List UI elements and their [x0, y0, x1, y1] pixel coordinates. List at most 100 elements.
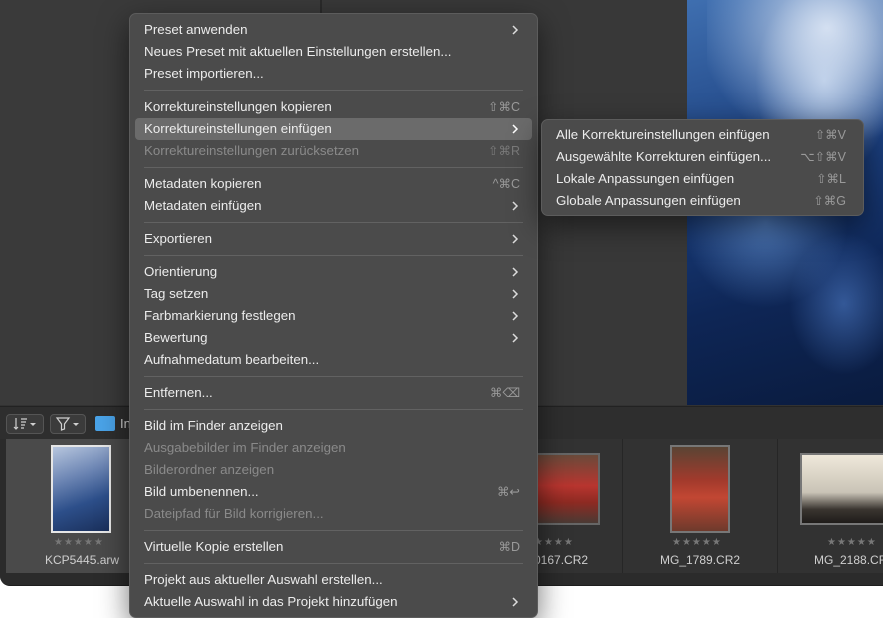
menu-item-shortcut: ⇧⌘V: [814, 128, 846, 142]
menu-item-metadaten-kopieren[interactable]: Metadaten kopieren ^⌘C: [135, 173, 532, 195]
menu-item-label: Korrektureinstellungen kopieren: [144, 99, 332, 114]
menu-item-label: Exportieren: [144, 231, 212, 246]
file-name: MG_1789.CR2: [660, 553, 741, 567]
filmstrip-item[interactable]: ★★★★★ MG_2188.CR: [778, 439, 883, 573]
menu-item-label: Preset importieren...: [144, 66, 264, 81]
menu-item-label: Dateipfad für Bild korrigieren...: [144, 506, 324, 521]
thumbnail: [670, 445, 730, 533]
filter-button[interactable]: [50, 414, 86, 434]
menu-item-shortcut: ⌥⇧⌘V: [800, 150, 846, 164]
menu-item-korrektur-zuruecksetzen[interactable]: Korrektureinstellungen zurücksetzen ⇧⌘R: [135, 140, 532, 162]
menu-item-label: Korrektureinstellungen einfügen: [144, 121, 332, 136]
filmstrip-item[interactable]: ★★★★★ MG_1789.CR2: [623, 439, 778, 573]
chevron-right-icon: [512, 289, 519, 299]
file-name: MG_2188.CR: [814, 553, 883, 567]
thumbnail: [51, 445, 111, 533]
menu-item-label: Globale Anpassungen einfügen: [556, 193, 741, 208]
menu-item-label: Preset anwenden: [144, 22, 248, 37]
menu-item-preset-importieren[interactable]: Preset importieren...: [135, 63, 532, 85]
menu-item-label: Virtuelle Kopie erstellen: [144, 539, 284, 554]
file-name: 0167.CR2: [534, 553, 589, 567]
menu-item-label: Farbmarkierung festlegen: [144, 308, 296, 323]
menu-item-label: Bilderordner anzeigen: [144, 462, 275, 477]
menu-item-label: Bild im Finder anzeigen: [144, 418, 283, 433]
menu-item-label: Alle Korrektureinstellungen einfügen: [556, 127, 770, 142]
thumbnail: [800, 453, 883, 525]
rating-stars: ★★★★★: [54, 537, 104, 548]
menu-item-label: Korrektureinstellungen zurücksetzen: [144, 143, 360, 158]
menu-item-label: Aufnahmedatum bearbeiten...: [144, 352, 320, 367]
menu-item-label: Orientierung: [144, 264, 218, 279]
menu-item-shortcut: ⇧⌘C: [487, 100, 520, 114]
menu-item-shortcut: ⇧⌘G: [813, 194, 846, 208]
menu-item-bild-umbenennen[interactable]: Bild umbenennen... ⌘↩: [135, 481, 532, 503]
menu-item-dateipfad-korrigieren[interactable]: Dateipfad für Bild korrigieren...: [135, 503, 532, 525]
menu-separator: [144, 530, 523, 531]
file-name: KCP5445.arw: [45, 553, 120, 567]
menu-item-tag-setzen[interactable]: Tag setzen: [135, 283, 532, 305]
rating-stars: ★★★★★: [827, 537, 877, 548]
menu-item-preset-anwenden[interactable]: Preset anwenden: [135, 19, 532, 41]
menu-item-korrektur-kopieren[interactable]: Korrektureinstellungen kopieren ⇧⌘C: [135, 96, 532, 118]
menu-item-ausgabebilder-im-finder[interactable]: Ausgabebilder im Finder anzeigen: [135, 437, 532, 459]
chevron-right-icon: [512, 124, 519, 134]
menu-item-exportieren[interactable]: Exportieren: [135, 228, 532, 250]
menu-item-farbmarkierung[interactable]: Farbmarkierung festlegen: [135, 305, 532, 327]
menu-item-label: Neues Preset mit aktuellen Einstellungen…: [144, 44, 452, 59]
menu-item-label: Projekt aus aktueller Auswahl erstellen.…: [144, 572, 383, 587]
submenu-item-ausgewaehlte-einfuegen[interactable]: Ausgewählte Korrekturen einfügen... ⌥⇧⌘V: [547, 146, 858, 168]
menu-item-korrektur-einfuegen[interactable]: Korrektureinstellungen einfügen: [135, 118, 532, 140]
menu-separator: [144, 167, 523, 168]
menu-separator: [144, 563, 523, 564]
menu-item-projekt-erstellen[interactable]: Projekt aus aktueller Auswahl erstellen.…: [135, 569, 532, 591]
chevron-right-icon: [512, 267, 519, 277]
menu-item-shortcut: ⇧⌘L: [816, 172, 846, 186]
menu-item-entfernen[interactable]: Entfernen... ⌘⌫: [135, 382, 532, 404]
submenu-item-lokale-einfuegen[interactable]: Lokale Anpassungen einfügen ⇧⌘L: [547, 168, 858, 190]
menu-item-bilderordner-anzeigen[interactable]: Bilderordner anzeigen: [135, 459, 532, 481]
menu-item-bild-im-finder[interactable]: Bild im Finder anzeigen: [135, 415, 532, 437]
menu-separator: [144, 255, 523, 256]
menu-item-label: Bewertung: [144, 330, 208, 345]
rating-stars: ★★★★: [534, 537, 574, 548]
paste-corrections-submenu: Alle Korrektureinstellungen einfügen ⇧⌘V…: [541, 119, 864, 216]
menu-item-neues-preset[interactable]: Neues Preset mit aktuellen Einstellungen…: [135, 41, 532, 63]
menu-item-virtuelle-kopie[interactable]: Virtuelle Kopie erstellen ⌘D: [135, 536, 532, 558]
filter-icon: [55, 417, 79, 431]
menu-item-label: Bild umbenennen...: [144, 484, 259, 499]
menu-item-auswahl-zu-projekt[interactable]: Aktuelle Auswahl in das Projekt hinzufüg…: [135, 591, 532, 613]
menu-item-label: Ausgabebilder im Finder anzeigen: [144, 440, 346, 455]
menu-item-label: Ausgewählte Korrekturen einfügen...: [556, 149, 772, 164]
thumbnail: [534, 453, 600, 525]
menu-item-shortcut: ⌘D: [498, 540, 520, 554]
menu-item-metadaten-einfuegen[interactable]: Metadaten einfügen: [135, 195, 532, 217]
menu-item-bewertung[interactable]: Bewertung: [135, 327, 532, 349]
submenu-item-alle-einfuegen[interactable]: Alle Korrektureinstellungen einfügen ⇧⌘V: [547, 124, 858, 146]
menu-item-shortcut: ^⌘C: [492, 177, 520, 191]
chevron-right-icon: [512, 25, 519, 35]
chevron-right-icon: [512, 201, 519, 211]
menu-item-label: Aktuelle Auswahl in das Projekt hinzufüg…: [144, 594, 398, 609]
menu-item-label: Entfernen...: [144, 385, 213, 400]
menu-item-shortcut: ⇧⌘R: [487, 144, 520, 158]
menu-item-orientierung[interactable]: Orientierung: [135, 261, 532, 283]
menu-item-label: Metadaten kopieren: [144, 176, 262, 191]
rating-stars: ★★★★★: [672, 537, 722, 548]
menu-separator: [144, 222, 523, 223]
menu-item-aufnahmedatum[interactable]: Aufnahmedatum bearbeiten...: [135, 349, 532, 371]
context-menu: Preset anwenden Neues Preset mit aktuell…: [129, 13, 538, 618]
sort-button[interactable]: [6, 414, 44, 434]
submenu-item-globale-einfuegen[interactable]: Globale Anpassungen einfügen ⇧⌘G: [547, 190, 858, 212]
menu-item-label: Metadaten einfügen: [144, 198, 262, 213]
chevron-right-icon: [512, 597, 519, 607]
menu-separator: [144, 409, 523, 410]
menu-separator: [144, 90, 523, 91]
chevron-right-icon: [512, 333, 519, 343]
menu-separator: [144, 376, 523, 377]
menu-item-label: Lokale Anpassungen einfügen: [556, 171, 735, 186]
menu-item-label: Tag setzen: [144, 286, 209, 301]
menu-item-shortcut: ⌘↩: [497, 485, 520, 499]
chevron-right-icon: [512, 311, 519, 321]
chevron-right-icon: [512, 234, 519, 244]
folder-icon[interactable]: [95, 416, 115, 431]
